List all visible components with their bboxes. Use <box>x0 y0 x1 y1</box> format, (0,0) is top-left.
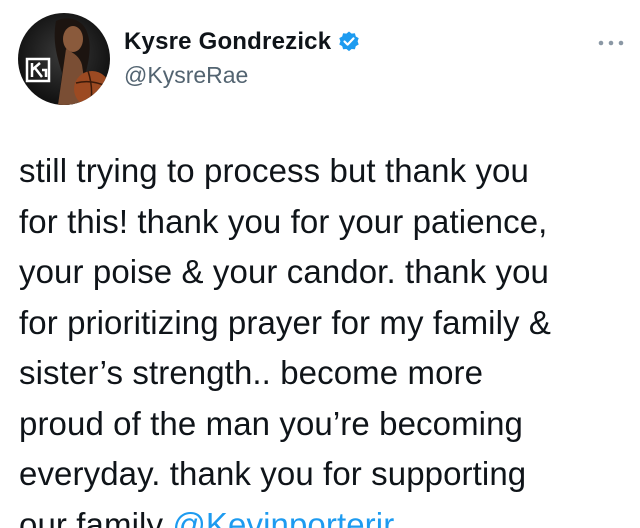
kg-logo-icon <box>25 57 51 83</box>
tweet-body: still trying to process but thank you fo… <box>19 152 552 528</box>
tweet-card: Kysre Gondrezick @KysreRae still trying … <box>0 0 640 528</box>
avatar-photo <box>25 18 110 105</box>
tweet-header: Kysre Gondrezick @KysreRae <box>124 30 361 87</box>
tweet-text: still trying to process but thank you fo… <box>19 146 639 528</box>
avatar[interactable] <box>18 13 110 105</box>
more-options-icon[interactable] <box>596 36 626 48</box>
name-row: Kysre Gondrezick <box>124 30 361 54</box>
mention-link[interactable]: @Kevinporterjr <box>172 506 394 528</box>
display-name[interactable]: Kysre Gondrezick <box>124 30 331 54</box>
user-handle[interactable]: @KysreRae <box>124 64 361 87</box>
verified-badge-icon <box>337 30 361 54</box>
